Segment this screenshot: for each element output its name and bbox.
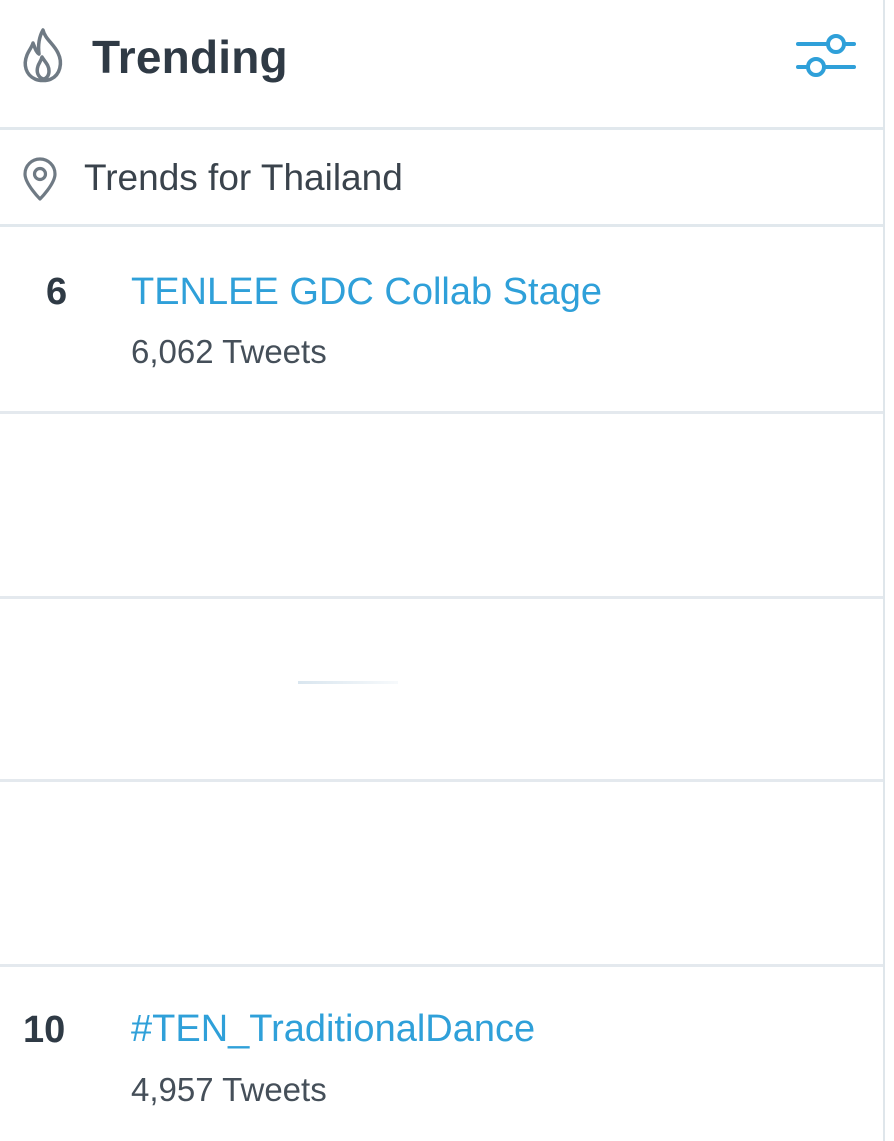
trend-rank: 10: [23, 1009, 66, 1051]
location-row[interactable]: Trends for Thailand: [0, 130, 883, 227]
trend-item[interactable]: 6 TENLEE GDC Collab Stage 6,062 Tweets: [0, 230, 883, 412]
empty-trend-row: [0, 414, 883, 596]
trending-panel: Trending Trends for Thailand 6 TENLEE GD…: [0, 0, 885, 1141]
trend-item[interactable]: 10 #TEN_TraditionalDance 4,957 Tweets: [0, 967, 883, 1141]
empty-trend-row: [0, 782, 883, 964]
trend-rank: 6: [46, 271, 68, 313]
faint-placeholder-line: [298, 681, 398, 684]
trend-name[interactable]: #TEN_TraditionalDance: [131, 1006, 535, 1052]
flame-icon: [23, 28, 63, 83]
page-title: Trending: [92, 31, 288, 83]
empty-trend-row: [0, 599, 883, 779]
location-pin-icon: [23, 157, 57, 201]
sliders-icon[interactable]: [796, 30, 856, 82]
trending-header: Trending: [0, 0, 883, 130]
trend-tweet-count: 4,957 Tweets: [131, 1071, 327, 1108]
location-label: Trends for Thailand: [84, 157, 403, 198]
trend-name[interactable]: TENLEE GDC Collab Stage: [131, 269, 602, 315]
trend-tweet-count: 6,062 Tweets: [131, 333, 327, 370]
